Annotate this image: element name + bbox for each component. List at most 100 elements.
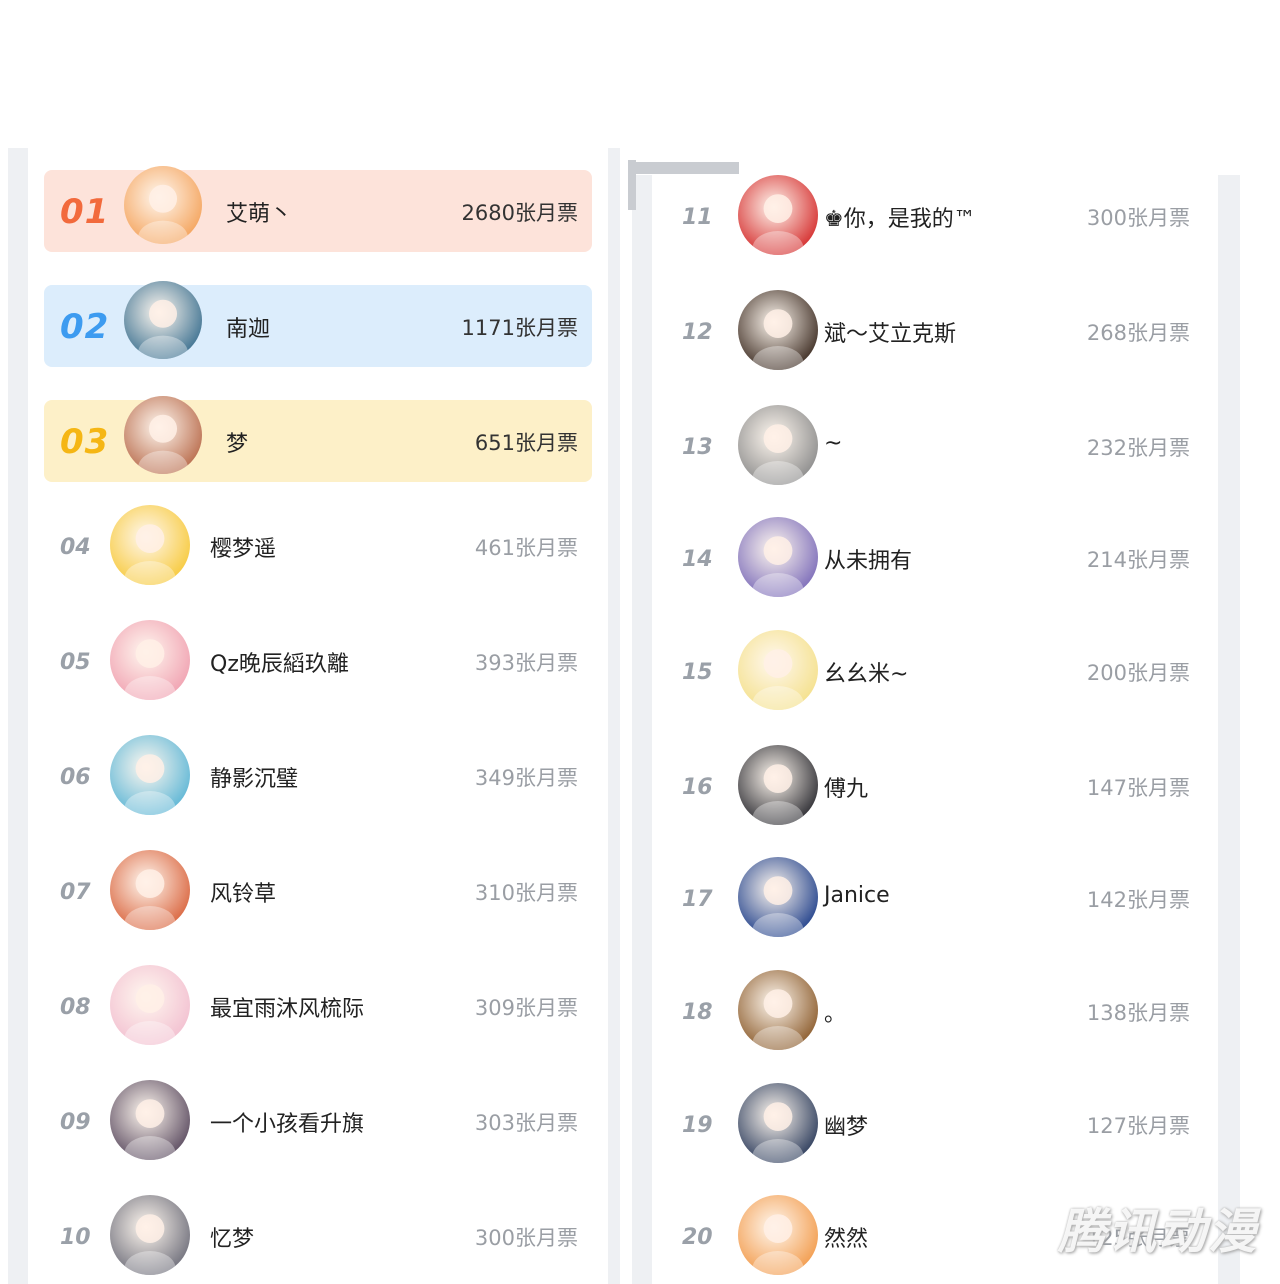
side-bar — [628, 160, 636, 210]
ranking-row[interactable]: 13 ~232张月票 — [664, 405, 1204, 487]
rank-number: 12 — [682, 320, 713, 345]
rank-number: 02 — [60, 307, 110, 347]
ranking-row[interactable]: 08 最宜雨沐风梳际 309张月票 — [44, 965, 592, 1047]
rank-number: 10 — [60, 1225, 91, 1250]
vote-count: 232张月票 — [1086, 436, 1190, 460]
rank-number: 19 — [682, 1113, 713, 1138]
vote-count: 1171张月票 — [461, 316, 578, 340]
ranking-row[interactable]: 12 斌～艾立克斯 268张月票 — [664, 290, 1204, 372]
rank-number: 15 — [682, 660, 713, 685]
rank-number: 04 — [60, 535, 91, 560]
vote-count: 2680张月票 — [461, 201, 578, 225]
ranking-row[interactable]: 02 南迦 1171张月票 — [44, 281, 592, 367]
rank-number: 11 — [682, 205, 713, 230]
top-bar — [634, 162, 739, 174]
avatar[interactable] — [110, 735, 190, 815]
avatar[interactable] — [738, 405, 818, 485]
rank-number: 18 — [682, 1000, 713, 1025]
ranking-row[interactable]: 16 傅九 147张月票 — [664, 745, 1204, 827]
ranking-row[interactable]: 03 梦 651张月票 — [44, 396, 592, 482]
ranking-row[interactable]: 14 从未拥有 214张月票 — [664, 517, 1204, 599]
ranking-row[interactable]: 06 静影沉璧 349张月票 — [44, 735, 592, 817]
avatar[interactable] — [110, 1080, 190, 1160]
rank-number: 03 — [60, 422, 110, 462]
vote-count: 300张月票 — [474, 1226, 578, 1250]
rank-number: 08 — [60, 995, 91, 1020]
avatar[interactable] — [110, 620, 190, 700]
rank-number: 09 — [60, 1110, 91, 1135]
vote-count: 200张月票 — [1086, 661, 1190, 685]
user-name: 幽梦 — [824, 1115, 869, 1140]
user-name: 从未拥有 — [824, 549, 913, 574]
user-name: 然然 — [824, 1227, 869, 1252]
user-name: 樱梦遥 — [210, 537, 277, 562]
rank-number: 20 — [682, 1225, 713, 1250]
user-name: 幺幺米~ — [824, 662, 909, 687]
ranking-row[interactable]: 07 风铃草 310张月票 — [44, 850, 592, 932]
vote-count: 461张月票 — [474, 536, 578, 560]
avatar[interactable] — [124, 396, 202, 474]
avatar[interactable] — [738, 290, 818, 370]
ranking-row[interactable]: 05 Qz晚辰縚玖離 393张月票 — [44, 620, 592, 702]
user-name: 风铃草 — [210, 882, 277, 907]
user-name: 傅九 — [824, 777, 869, 802]
vote-count: 309张月票 — [474, 996, 578, 1020]
avatar[interactable] — [110, 850, 190, 930]
avatar[interactable] — [738, 1195, 818, 1275]
rank-number: 06 — [60, 765, 91, 790]
rank-number: 01 — [60, 192, 110, 232]
vote-count: 142张月票 — [1086, 888, 1190, 912]
user-name: 忆梦 — [210, 1227, 255, 1252]
vote-count: 393张月票 — [474, 651, 578, 675]
avatar[interactable] — [124, 281, 202, 359]
vote-count: 300张月票 — [1086, 206, 1190, 230]
avatar[interactable] — [738, 1083, 818, 1163]
ranking-row[interactable]: 19 幽梦 127张月票 — [664, 1083, 1204, 1165]
avatar[interactable] — [738, 630, 818, 710]
ranking-row[interactable]: 15 幺幺米~ 200张月票 — [664, 630, 1204, 712]
avatar[interactable] — [110, 1195, 190, 1275]
user-name: 一个小孩看升旗 — [210, 1112, 365, 1137]
ranking-row[interactable]: 01 艾萌丶 2680张月票 — [44, 166, 592, 252]
vote-count: 310张月票 — [474, 881, 578, 905]
ranking-row[interactable]: 17 Janice 142张月票 — [664, 857, 1204, 939]
avatar[interactable] — [124, 166, 202, 244]
rank-number: 07 — [60, 880, 91, 905]
vote-count: 147张月票 — [1086, 776, 1190, 800]
vote-count: 138张月票 — [1086, 1001, 1190, 1025]
vote-count: 127张月票 — [1086, 1114, 1190, 1138]
vote-count: 268张月票 — [1086, 321, 1190, 345]
user-name: 。 — [824, 1002, 847, 1027]
user-name: Qz晚辰縚玖離 — [210, 652, 349, 677]
rank-number: 14 — [682, 547, 713, 572]
vote-count: 214张月票 — [1086, 548, 1190, 572]
rank-number: 13 — [682, 435, 713, 460]
ranking-row[interactable]: 10 忆梦 300张月票 — [44, 1195, 592, 1277]
user-name: 梦 — [226, 432, 249, 457]
vote-count: 651张月票 — [474, 431, 578, 455]
ranking-row[interactable]: 11 ♚你，是我的™ 300张月票 — [664, 175, 1204, 257]
avatar[interactable] — [738, 857, 818, 937]
user-name: 斌～艾立克斯 — [824, 322, 957, 347]
avatar[interactable] — [738, 517, 818, 597]
ranking-row[interactable]: 04 樱梦遥 461张月票 — [44, 505, 592, 587]
avatar[interactable] — [738, 970, 818, 1050]
vote-count: 303张月票 — [474, 1111, 578, 1135]
user-name: ~ — [824, 431, 843, 456]
avatar[interactable] — [738, 745, 818, 825]
user-name: 静影沉璧 — [210, 767, 299, 792]
rank-number: 17 — [682, 887, 713, 912]
user-name: ♚你，是我的™ — [824, 207, 976, 232]
avatar[interactable] — [110, 505, 190, 585]
ranking-row[interactable]: 18 。 138张月票 — [664, 970, 1204, 1052]
avatar[interactable] — [738, 175, 818, 255]
ranking-row[interactable]: 09 一个小孩看升旗 303张月票 — [44, 1080, 592, 1162]
user-name: 南迦 — [226, 317, 271, 342]
user-name: Janice — [824, 883, 890, 908]
rank-number: 05 — [60, 650, 91, 675]
avatar[interactable] — [110, 965, 190, 1045]
rank-number: 16 — [682, 775, 713, 800]
watermark-logo: 腾讯动漫 — [1057, 1204, 1258, 1260]
user-name: 最宜雨沐风梳际 — [210, 997, 365, 1022]
vote-count: 349张月票 — [474, 766, 578, 790]
